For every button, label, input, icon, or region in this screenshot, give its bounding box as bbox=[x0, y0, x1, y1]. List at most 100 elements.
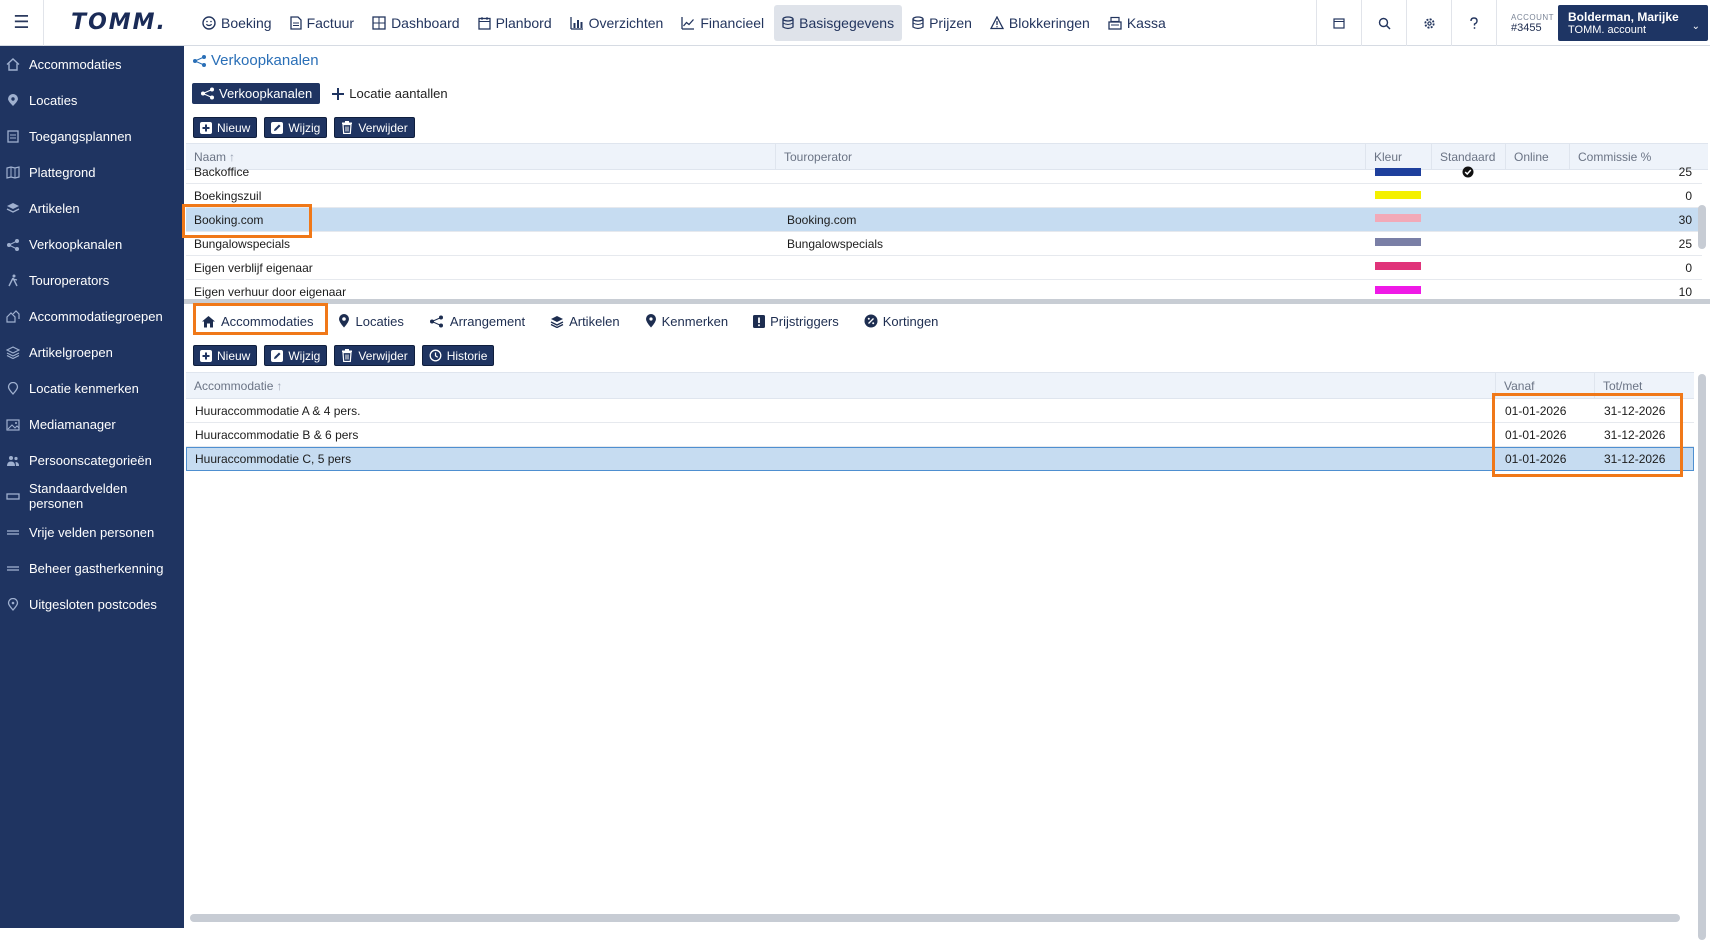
cell-commissie: 25 bbox=[1678, 237, 1692, 251]
tab-kortingen[interactable]: Kortingen bbox=[855, 307, 948, 335]
cell-accommodatie: Huuraccommodatie C, 5 pers bbox=[195, 452, 352, 466]
tab-verkoopkanalen[interactable]: Verkoopkanalen bbox=[192, 83, 321, 104]
sort-asc-icon: ↑ bbox=[276, 378, 283, 393]
sidebar-item-beheer-gastherkenning[interactable]: Beheer gastherkenning bbox=[0, 550, 184, 586]
settings-button[interactable] bbox=[1406, 0, 1451, 46]
tab-arrangement[interactable]: Arrangement bbox=[420, 307, 534, 335]
color-swatch bbox=[1375, 238, 1421, 246]
scrollbar-vertical[interactable] bbox=[1698, 205, 1706, 249]
color-swatch bbox=[1375, 286, 1421, 294]
sidebar-item-verkoopkanalen[interactable]: Verkoopkanalen bbox=[0, 226, 184, 262]
table-row[interactable]: Huuraccommodatie C, 5 pers 01-01-2026 31… bbox=[186, 447, 1694, 471]
top-bar: ☰ TOMM. Boeking Factuur Dashboard Planbo… bbox=[0, 0, 1710, 46]
logo[interactable]: TOMM. bbox=[44, 0, 194, 46]
tab-kenmerken[interactable]: Kenmerken bbox=[636, 307, 737, 335]
table-row[interactable]: Boekingszuil 0 bbox=[186, 184, 1702, 208]
sidebar-item-touroperators[interactable]: Touroperators bbox=[0, 262, 184, 298]
sidebar-item-plattegrond[interactable]: Plattegrond bbox=[0, 154, 184, 190]
toolbar-bottom: Nieuw Wijzig Verwijder Historie bbox=[193, 345, 501, 366]
search-button[interactable] bbox=[1361, 0, 1406, 46]
sidebar-item-label: Locaties bbox=[29, 92, 78, 108]
tab-label: Artikelen bbox=[569, 313, 620, 329]
tab-locaties[interactable]: Locaties bbox=[329, 307, 412, 335]
sidebar-item-accommodaties[interactable]: Accommodaties bbox=[0, 46, 184, 82]
edit-button[interactable]: Wijzig bbox=[264, 117, 328, 138]
split-divider[interactable] bbox=[184, 299, 1710, 304]
table-row[interactable]: Huuraccommodatie B & 6 pers 01-01-2026 3… bbox=[186, 423, 1694, 447]
sidebar-item-label: Artikelgroepen bbox=[29, 344, 113, 360]
sidebar-item-label: Touroperators bbox=[29, 272, 110, 288]
nav-factuur[interactable]: Factuur bbox=[282, 5, 362, 41]
tab-prijstriggers[interactable]: Prijstriggers bbox=[744, 307, 848, 335]
sidebar-item-artikelgroepen[interactable]: Artikelgroepen bbox=[0, 334, 184, 370]
user-menu[interactable]: Bolderman, Marijke TOMM. account ⌄ bbox=[1558, 5, 1708, 41]
nav-kassa[interactable]: Kassa bbox=[1100, 5, 1174, 41]
table-row[interactable]: Eigen verhuur door eigenaar 10 bbox=[186, 280, 1702, 301]
tab-label: Verkoopkanalen bbox=[219, 86, 313, 101]
sidebar-item-locatie-kenmerken[interactable]: Locatie kenmerken bbox=[0, 370, 184, 406]
sidebar-item-mediamanager[interactable]: Mediamanager bbox=[0, 406, 184, 442]
nav-financieel[interactable]: Financieel bbox=[673, 5, 772, 41]
sidebar-item-locaties[interactable]: Locaties bbox=[0, 82, 184, 118]
chevron-down-icon: ⌄ bbox=[1691, 21, 1700, 32]
sidebar-item-artikelen[interactable]: Artikelen bbox=[0, 190, 184, 226]
table-row[interactable]: Bungalowspecials Bungalowspecials 25 bbox=[186, 232, 1702, 256]
tab-artikelen[interactable]: Artikelen bbox=[541, 307, 629, 335]
sidebar: Accommodaties Locaties Toegangsplannen P… bbox=[0, 46, 184, 928]
tab-locatie-aantallen[interactable]: Locatie aantallen bbox=[332, 86, 448, 101]
edit-button[interactable]: Wijzig bbox=[264, 345, 328, 366]
history-button[interactable]: Historie bbox=[421, 345, 495, 366]
nav-planbord[interactable]: Planbord bbox=[470, 5, 560, 41]
cell-naam: Backoffice bbox=[194, 165, 250, 179]
sidebar-item-uitgesloten-postcodes[interactable]: Uitgesloten postcodes bbox=[0, 586, 184, 622]
cell-commissie: 30 bbox=[1678, 213, 1692, 227]
new-button[interactable]: Nieuw bbox=[193, 117, 258, 138]
nav-blokkeringen[interactable]: Blokkeringen bbox=[982, 5, 1098, 41]
sidebar-item-label: Locatie kenmerken bbox=[29, 380, 139, 396]
table-row[interactable]: Booking.com Booking.com 30 bbox=[186, 208, 1702, 232]
marker-icon bbox=[7, 597, 19, 611]
calendar-icon bbox=[1333, 18, 1345, 29]
cell-touroperator: Bungalowspecials bbox=[787, 237, 884, 251]
calendar-button[interactable] bbox=[1316, 0, 1361, 46]
table-row[interactable]: Huuraccommodatie A & 4 pers. 01-01-2026 … bbox=[186, 399, 1694, 423]
nav-dashboard[interactable]: Dashboard bbox=[364, 5, 468, 41]
nav-boeking[interactable]: Boeking bbox=[194, 5, 280, 41]
header-label: Accommodatie bbox=[194, 378, 274, 393]
top-tabs: Verkoopkanalen Locatie aantallen bbox=[192, 83, 448, 104]
grid-icon bbox=[372, 15, 386, 30]
nav-label: Blokkeringen bbox=[1008, 14, 1090, 31]
network-icon bbox=[193, 54, 206, 67]
sidebar-item-vrije-velden-personen[interactable]: Vrije velden personen bbox=[0, 514, 184, 550]
new-button[interactable]: Nieuw bbox=[193, 345, 258, 366]
users-icon bbox=[7, 455, 19, 466]
sidebar-item-accommodatiegroepen[interactable]: Accommodatiegroepen bbox=[0, 298, 184, 334]
toolbar-top: Nieuw Wijzig Verwijder bbox=[193, 117, 422, 138]
scrollbar-vertical[interactable] bbox=[1698, 374, 1706, 940]
sidebar-item-persoonscategorieen[interactable]: Persoonscategorieën bbox=[0, 442, 184, 478]
search-icon bbox=[1378, 17, 1391, 30]
help-button[interactable] bbox=[1451, 0, 1496, 46]
delete-button[interactable]: Verwijder bbox=[334, 345, 415, 366]
nav-prijzen[interactable]: Prijzen bbox=[904, 5, 980, 41]
nav-basisgegevens[interactable]: Basisgegevens bbox=[774, 4, 903, 41]
scrollbar-horizontal[interactable] bbox=[190, 914, 1680, 922]
cell-naam: Eigen verhuur door eigenaar bbox=[194, 285, 347, 299]
delete-button[interactable]: Verwijder bbox=[334, 117, 415, 138]
cell-commissie: 0 bbox=[1685, 189, 1692, 203]
color-swatch bbox=[1375, 214, 1421, 222]
sidebar-item-toegangsplannen[interactable]: Toegangsplannen bbox=[0, 118, 184, 154]
cell-commissie: 25 bbox=[1678, 165, 1692, 179]
menu-icon[interactable]: ☰ bbox=[0, 0, 44, 46]
nav-label: Basisgegevens bbox=[799, 14, 895, 31]
sidebar-item-label: Plattegrond bbox=[29, 164, 96, 180]
sidebar-item-standaardvelden-personen[interactable]: Standaardvelden personen bbox=[0, 478, 184, 514]
nav-overzichten[interactable]: Overzichten bbox=[562, 5, 672, 41]
table-row[interactable]: Eigen verblijf eigenaar 0 bbox=[186, 256, 1702, 280]
table-row[interactable]: Backoffice 25 bbox=[186, 160, 1702, 184]
image-icon bbox=[6, 418, 20, 431]
color-swatch bbox=[1375, 191, 1421, 199]
houses-icon bbox=[6, 309, 20, 323]
column-header-accommodatie[interactable]: Accommodatie ↑ bbox=[186, 373, 1496, 398]
user-name: Bolderman, Marijke bbox=[1568, 10, 1679, 24]
